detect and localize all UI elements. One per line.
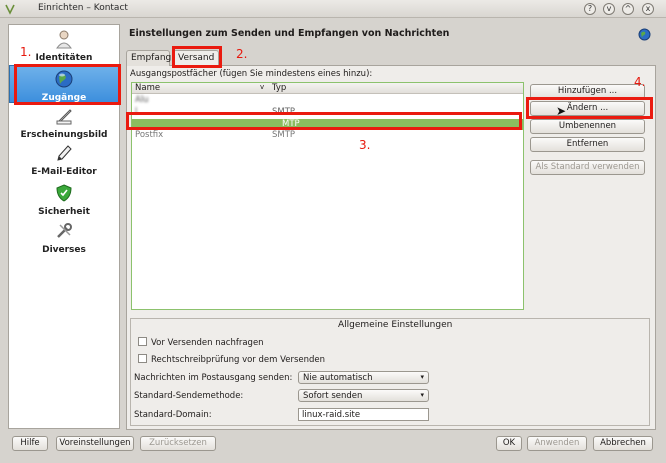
confirm-before-send-checkbox[interactable]: Vor Versenden nachfragen bbox=[138, 337, 264, 348]
annotation-step-2: 2. bbox=[236, 47, 248, 61]
list-header: Name v Typ bbox=[132, 83, 523, 94]
checkbox-label: Rechtschreibprüfung vor dem Versenden bbox=[151, 355, 326, 365]
sidebar-item-misc[interactable]: Diverses bbox=[9, 221, 119, 257]
ok-button[interactable]: OK bbox=[496, 436, 522, 451]
minimize-window-button[interactable]: v bbox=[603, 3, 615, 15]
outbox-name: Postfix bbox=[135, 130, 164, 140]
send-method-label: Standard-Sendemethode: bbox=[134, 391, 244, 401]
chevron-down-icon: ▾ bbox=[420, 373, 424, 381]
sidebar-item-appearance[interactable]: Erscheinungsbild bbox=[9, 106, 119, 142]
help-window-button[interactable]: ? bbox=[584, 3, 596, 15]
sidebar-item-label: Sicherheit bbox=[38, 207, 90, 217]
sidebar-item-label: Diverses bbox=[42, 245, 86, 255]
defaults-button[interactable]: Voreinstellungen bbox=[56, 436, 134, 451]
annotation-box-change-button bbox=[526, 97, 653, 119]
domain-input[interactable]: linux-raid.site bbox=[298, 408, 429, 421]
checkbox-label: Vor Versenden nachfragen bbox=[151, 338, 264, 348]
sidebar-item-email-editor[interactable]: E-Mail-Editor bbox=[9, 143, 119, 179]
column-header-type[interactable]: Typ bbox=[272, 83, 286, 93]
annotation-box-accounts bbox=[14, 64, 121, 105]
window-title: Einrichten – Kontact bbox=[38, 3, 128, 13]
title-bar: Einrichten – Kontact ? v ^ x bbox=[0, 0, 666, 18]
tools-icon bbox=[57, 223, 72, 238]
page-title: Einstellungen zum Senden und Empfangen v… bbox=[129, 28, 450, 39]
spellcheck-checkbox[interactable]: Rechtschreibprüfung vor dem Versenden bbox=[138, 354, 325, 365]
send-outbox-select[interactable]: Nie automatisch ▾ bbox=[298, 371, 429, 384]
pencil-icon bbox=[57, 145, 72, 161]
list-item[interactable]: Postfix SMTP bbox=[132, 130, 523, 141]
reset-button[interactable]: Zurücksetzen bbox=[140, 436, 216, 451]
tab-receive[interactable]: Empfang bbox=[126, 50, 171, 66]
select-value: Nie automatisch bbox=[303, 373, 373, 383]
column-header-name[interactable]: Name bbox=[135, 83, 160, 93]
list-item[interactable]: Alu bbox=[132, 95, 523, 106]
outbox-name: Alu bbox=[135, 95, 149, 105]
group-title: Allgemeine Einstellungen bbox=[338, 320, 453, 330]
checkbox-box[interactable] bbox=[138, 354, 147, 363]
apply-button[interactable]: Anwenden bbox=[527, 436, 587, 451]
sidebar-item-label: Erscheinungsbild bbox=[20, 130, 108, 140]
select-value: Sofort senden bbox=[303, 391, 363, 401]
maximize-window-button[interactable]: ^ bbox=[622, 3, 634, 15]
chevron-down-icon: ▾ bbox=[420, 391, 424, 399]
annotation-box-selected-row bbox=[126, 112, 522, 130]
rename-outbox-button[interactable]: Umbenennen bbox=[530, 119, 645, 134]
sidebar-item-security[interactable]: Sicherheit bbox=[9, 183, 119, 219]
chevron-down-icon: v bbox=[260, 83, 265, 91]
dialog-button-bar: Hilfe Voreinstellungen Zurücksetzen OK A… bbox=[0, 434, 666, 463]
send-method-select[interactable]: Sofort senden ▾ bbox=[298, 389, 429, 402]
sidebar-item-label: E-Mail-Editor bbox=[31, 167, 97, 177]
cancel-button[interactable]: Abbrechen bbox=[593, 436, 653, 451]
help-button[interactable]: Hilfe bbox=[12, 436, 48, 451]
remove-outbox-button[interactable]: Entfernen bbox=[530, 137, 645, 152]
globe-icon bbox=[638, 28, 651, 41]
appearance-icon bbox=[56, 109, 72, 125]
annotation-step-3: 3. bbox=[359, 138, 371, 152]
shield-icon bbox=[56, 184, 72, 202]
checkbox-box[interactable] bbox=[138, 337, 147, 346]
annotation-box-send-tab bbox=[172, 46, 222, 68]
send-outbox-label: Nachrichten im Postausgang senden: bbox=[134, 373, 293, 383]
domain-label: Standard-Domain: bbox=[134, 410, 212, 420]
outbox-list-label: Ausgangspostfächer (fügen Sie mindestens… bbox=[130, 69, 373, 79]
identity-icon bbox=[56, 30, 72, 49]
outbox-type: SMTP bbox=[272, 130, 296, 140]
annotation-step-4: 4. bbox=[634, 75, 646, 89]
set-default-button[interactable]: Als Standard verwenden bbox=[530, 160, 645, 175]
kontact-app-icon bbox=[5, 4, 15, 15]
annotation-step-1: 1. bbox=[20, 45, 32, 59]
close-window-button[interactable]: x bbox=[642, 3, 654, 15]
